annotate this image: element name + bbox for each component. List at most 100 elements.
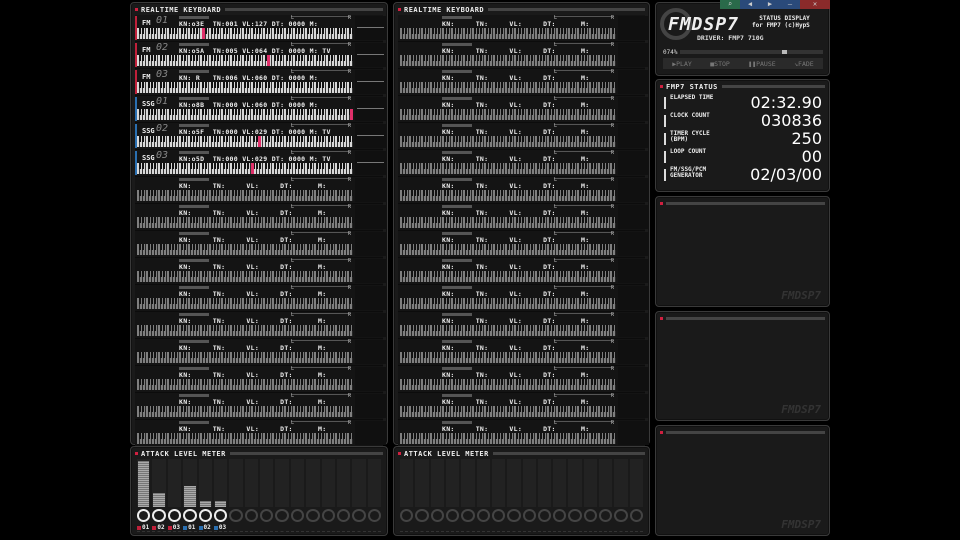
piano-keyboard[interactable]: [400, 352, 616, 363]
channel-row[interactable]: L R KN: TN: VL: DT: M:: [398, 177, 649, 204]
channel-mute-knob[interactable]: [415, 509, 429, 522]
channel-mute-knob[interactable]: [367, 509, 381, 522]
piano-keyboard[interactable]: [137, 163, 353, 174]
piano-keyboard[interactable]: [137, 55, 353, 66]
piano-keyboard[interactable]: [400, 55, 616, 66]
channel-row[interactable]: L R KN: TN: VL: DT: M:: [398, 69, 649, 96]
channel-row[interactable]: SSG 01 L R KN:o8B TN:000 VL:060 DT: 0000 M:: [135, 96, 386, 123]
piano-keyboard[interactable]: [400, 433, 616, 444]
prev-button[interactable]: ◀: [740, 0, 760, 9]
channel-row[interactable]: FM 01 L R KN:o3E TN:001 VL:127 DT: 0000 M:: [135, 15, 386, 42]
channel-mute-knob[interactable]: [321, 509, 335, 522]
piano-keyboard[interactable]: [400, 244, 616, 255]
channel-mute-knob[interactable]: [260, 509, 274, 522]
channel-row[interactable]: L R KN: TN: VL: DT: M:: [135, 339, 386, 366]
fade-button[interactable]: ↘FADE: [794, 60, 814, 68]
piano-keyboard[interactable]: [400, 82, 616, 93]
stop-button[interactable]: ■STOP: [710, 60, 730, 68]
channel-row[interactable]: L R KN: TN: VL: DT: M:: [135, 366, 386, 393]
channel-mute-knob[interactable]: [568, 509, 582, 522]
channel-row[interactable]: L R KN: TN: VL: DT: M:: [398, 42, 649, 69]
channel-mute-knob[interactable]: [614, 509, 628, 522]
channel-row[interactable]: SSG 03 L R KN:o5D TN:000 VL:029 DT: 0000 M: …: [135, 150, 386, 177]
piano-keyboard[interactable]: [400, 109, 616, 120]
piano-keyboard[interactable]: [137, 82, 353, 93]
close-button[interactable]: ✕: [800, 0, 830, 9]
channel-row[interactable]: L R KN: TN: VL: DT: M:: [398, 96, 649, 123]
piano-keyboard[interactable]: [400, 28, 616, 39]
pause-button[interactable]: ❚❚PAUSE: [748, 60, 775, 68]
minimize-button[interactable]: —: [780, 0, 800, 9]
channel-row[interactable]: L R KN: TN: VL: DT: M:: [398, 123, 649, 150]
channel-mute-knob[interactable]: [430, 509, 444, 522]
progress-thumb[interactable]: [782, 50, 788, 54]
channel-row[interactable]: L R KN: TN: VL: DT: M:: [398, 420, 649, 447]
channel-row[interactable]: L R KN: TN: VL: DT: M:: [135, 285, 386, 312]
channel-mute-knob[interactable]: [352, 509, 366, 522]
channel-mute-knob[interactable]: [290, 509, 305, 522]
channel-mute-knob[interactable]: [400, 509, 414, 522]
channel-mute-knob[interactable]: [445, 509, 460, 522]
piano-keyboard[interactable]: [400, 325, 616, 336]
piano-keyboard[interactable]: [400, 379, 616, 390]
piano-keyboard[interactable]: [400, 271, 616, 282]
channel-mute-knob[interactable]: [213, 509, 228, 522]
channel-row[interactable]: FM 03 L R KN: R TN:006 VL:060 DT: 0000 M:: [135, 69, 386, 96]
play-button[interactable]: ▶PLAY: [672, 60, 692, 68]
progress-bar[interactable]: [680, 50, 823, 54]
piano-keyboard[interactable]: [137, 244, 353, 255]
channel-row[interactable]: L R KN: TN: VL: DT: M:: [135, 393, 386, 420]
piano-keyboard[interactable]: [400, 406, 616, 417]
piano-keyboard[interactable]: [137, 406, 353, 417]
piano-keyboard[interactable]: [137, 217, 353, 228]
piano-keyboard[interactable]: [137, 298, 353, 309]
channel-row[interactable]: L R KN: TN: VL: DT: M:: [398, 231, 649, 258]
channel-row[interactable]: L R KN: TN: VL: DT: M:: [398, 339, 649, 366]
piano-keyboard[interactable]: [137, 433, 353, 444]
channel-mute-knob[interactable]: [275, 509, 289, 522]
channel-row[interactable]: L R KN: TN: VL: DT: M:: [398, 258, 649, 285]
piano-keyboard[interactable]: [400, 217, 616, 228]
piano-keyboard[interactable]: [400, 163, 616, 174]
piano-keyboard[interactable]: [137, 190, 353, 201]
channel-row[interactable]: L R KN: TN: VL: DT: M:: [398, 285, 649, 312]
channel-mute-knob[interactable]: [306, 509, 320, 522]
channel-mute-knob[interactable]: [583, 509, 598, 522]
piano-keyboard[interactable]: [137, 325, 353, 336]
channel-mute-knob[interactable]: [244, 509, 258, 522]
channel-row[interactable]: L R KN: TN: VL: DT: M:: [135, 231, 386, 258]
channel-row[interactable]: L R KN: TN: VL: DT: M:: [398, 312, 649, 339]
channel-mute-knob[interactable]: [507, 509, 521, 522]
channel-row[interactable]: L R KN: TN: VL: DT: M:: [398, 15, 649, 42]
channel-mute-knob[interactable]: [336, 509, 351, 522]
piano-keyboard[interactable]: [400, 136, 616, 147]
piano-keyboard[interactable]: [137, 379, 353, 390]
channel-row[interactable]: L R KN: TN: VL: DT: M:: [398, 204, 649, 231]
channel-mute-knob[interactable]: [198, 509, 212, 522]
channel-row[interactable]: FM 02 L R KN:o5A TN:005 VL:064 DT: 0000 M: T…: [135, 42, 386, 69]
channel-row[interactable]: L R KN: TN: VL: DT: M:: [135, 204, 386, 231]
channel-mute-knob[interactable]: [229, 509, 243, 522]
channel-mute-knob[interactable]: [152, 509, 166, 522]
channel-row[interactable]: L R KN: TN: VL: DT: M:: [135, 420, 386, 447]
channel-mute-knob[interactable]: [629, 509, 643, 522]
piano-keyboard[interactable]: [137, 271, 353, 282]
channel-mute-knob[interactable]: [476, 509, 490, 522]
next-button[interactable]: ▶: [760, 0, 780, 9]
channel-mute-knob[interactable]: [537, 509, 552, 522]
channel-row[interactable]: SSG 02 L R KN:o5F TN:000 VL:029 DT: 0000 M: …: [135, 123, 386, 150]
channel-row[interactable]: L R KN: TN: VL: DT: M:: [135, 177, 386, 204]
piano-keyboard[interactable]: [137, 136, 353, 147]
piano-keyboard[interactable]: [137, 352, 353, 363]
search-button[interactable]: ⌕: [720, 0, 740, 9]
channel-row[interactable]: L R KN: TN: VL: DT: M:: [398, 366, 649, 393]
piano-keyboard[interactable]: [400, 298, 616, 309]
piano-keyboard[interactable]: [137, 28, 353, 39]
channel-mute-knob[interactable]: [553, 509, 567, 522]
channel-row[interactable]: L R KN: TN: VL: DT: M:: [398, 393, 649, 420]
piano-keyboard[interactable]: [400, 190, 616, 201]
channel-mute-knob[interactable]: [183, 509, 197, 522]
channel-mute-knob[interactable]: [522, 509, 536, 522]
channel-mute-knob[interactable]: [599, 509, 613, 522]
channel-row[interactable]: L R KN: TN: VL: DT: M:: [135, 312, 386, 339]
